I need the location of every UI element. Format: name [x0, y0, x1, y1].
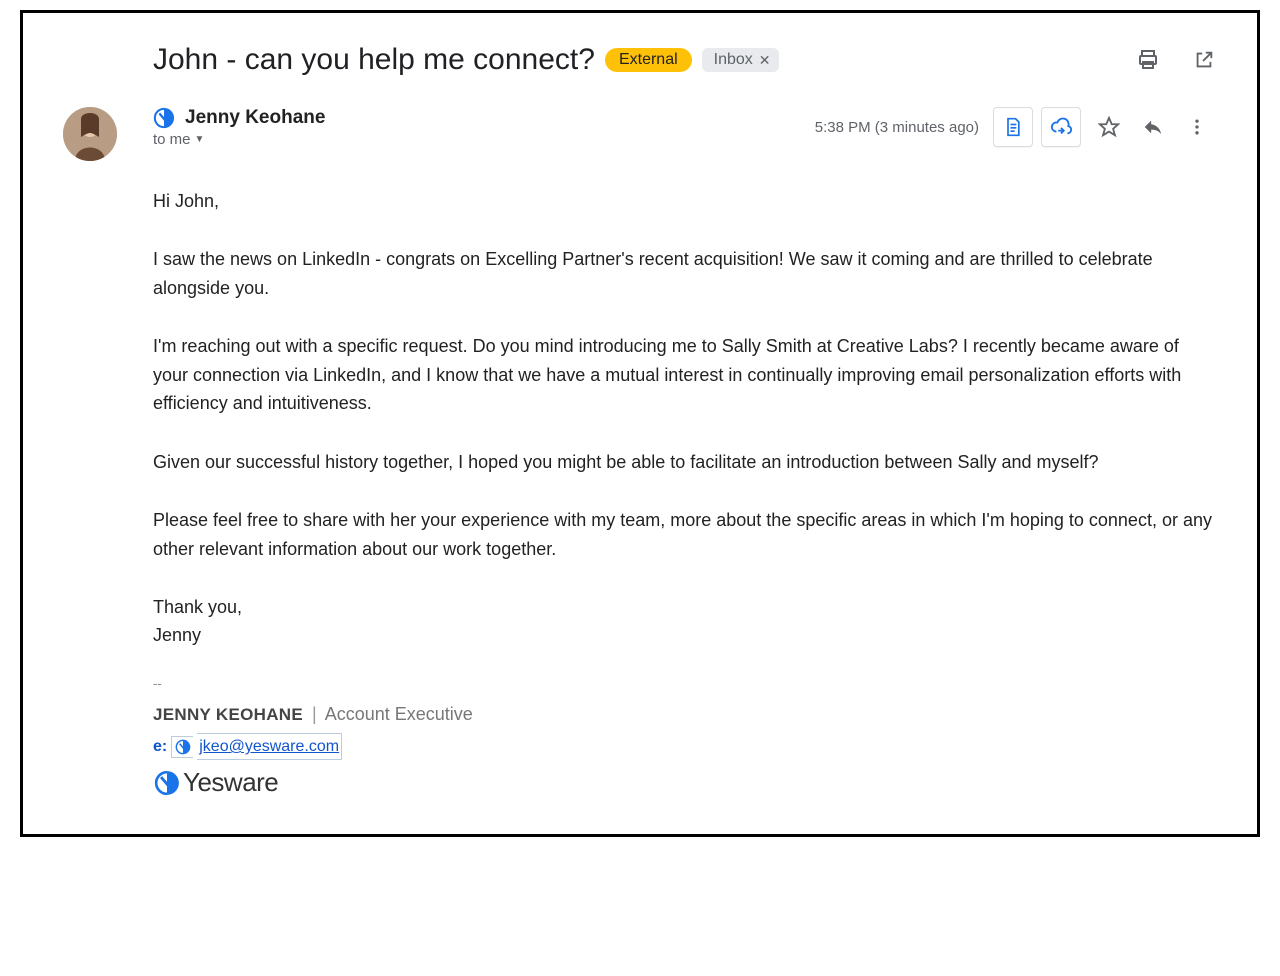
signature-brand-row: Yesware	[153, 762, 1213, 803]
signature-separator: --	[153, 674, 1213, 695]
body-paragraph: I'm reaching out with a specific request…	[153, 332, 1213, 417]
yesware-template-icon[interactable]	[993, 107, 1033, 147]
yesware-sender-icon	[153, 107, 175, 129]
signature-email-link[interactable]: jkeo@yesware.com	[197, 733, 342, 760]
body-paragraph: Given our successful history together, I…	[153, 448, 1213, 476]
recipient-text: to me	[153, 131, 191, 148]
message-header: Jenny Keohane to me ▼ 5:38 PM (3 minutes…	[63, 107, 1217, 161]
chevron-down-icon: ▼	[195, 134, 205, 145]
remove-label-icon[interactable]: ✕	[759, 52, 771, 69]
body-paragraph: I saw the news on LinkedIn - congrats on…	[153, 245, 1213, 302]
recipient-dropdown[interactable]: to me ▼	[153, 131, 815, 148]
more-options-icon[interactable]	[1177, 107, 1217, 147]
reply-icon[interactable]	[1133, 107, 1173, 147]
body-greeting: Hi John,	[153, 187, 1213, 215]
signature-email-row: e: jkeo@yesware.com	[153, 733, 1213, 760]
open-in-new-window-icon[interactable]	[1191, 47, 1217, 73]
inbox-label-text: Inbox	[714, 51, 753, 69]
yesware-logo-icon	[153, 769, 181, 797]
email-body: Hi John, I saw the news on LinkedIn - co…	[153, 187, 1213, 804]
message-timestamp: 5:38 PM (3 minutes ago)	[815, 119, 979, 136]
yesware-cloud-sync-icon[interactable]	[1041, 107, 1081, 147]
email-message-view: John - can you help me connect? External…	[20, 10, 1260, 837]
signature-brand-text: Yesware	[183, 762, 278, 803]
email-subject: John - can you help me connect?	[153, 43, 595, 77]
body-paragraph: Please feel free to share with her your …	[153, 506, 1213, 563]
signature-email-label: e:	[153, 734, 167, 759]
signature-name: JENNY KEOHANE	[153, 705, 303, 724]
signature-line: JENNY KEOHANE | Account Executive	[153, 700, 1213, 729]
print-icon[interactable]	[1135, 47, 1161, 73]
body-closing: Thank you, Jenny	[153, 593, 1213, 650]
inbox-label-badge[interactable]: Inbox ✕	[702, 48, 779, 72]
star-icon[interactable]	[1089, 107, 1129, 147]
yesware-icon	[171, 736, 193, 758]
subject-row: John - can you help me connect? External…	[153, 43, 1217, 77]
sender-name[interactable]: Jenny Keohane	[185, 107, 325, 129]
signature-title: Account Executive	[325, 704, 473, 724]
external-label-badge[interactable]: External	[605, 48, 692, 72]
sender-avatar[interactable]	[63, 107, 117, 161]
